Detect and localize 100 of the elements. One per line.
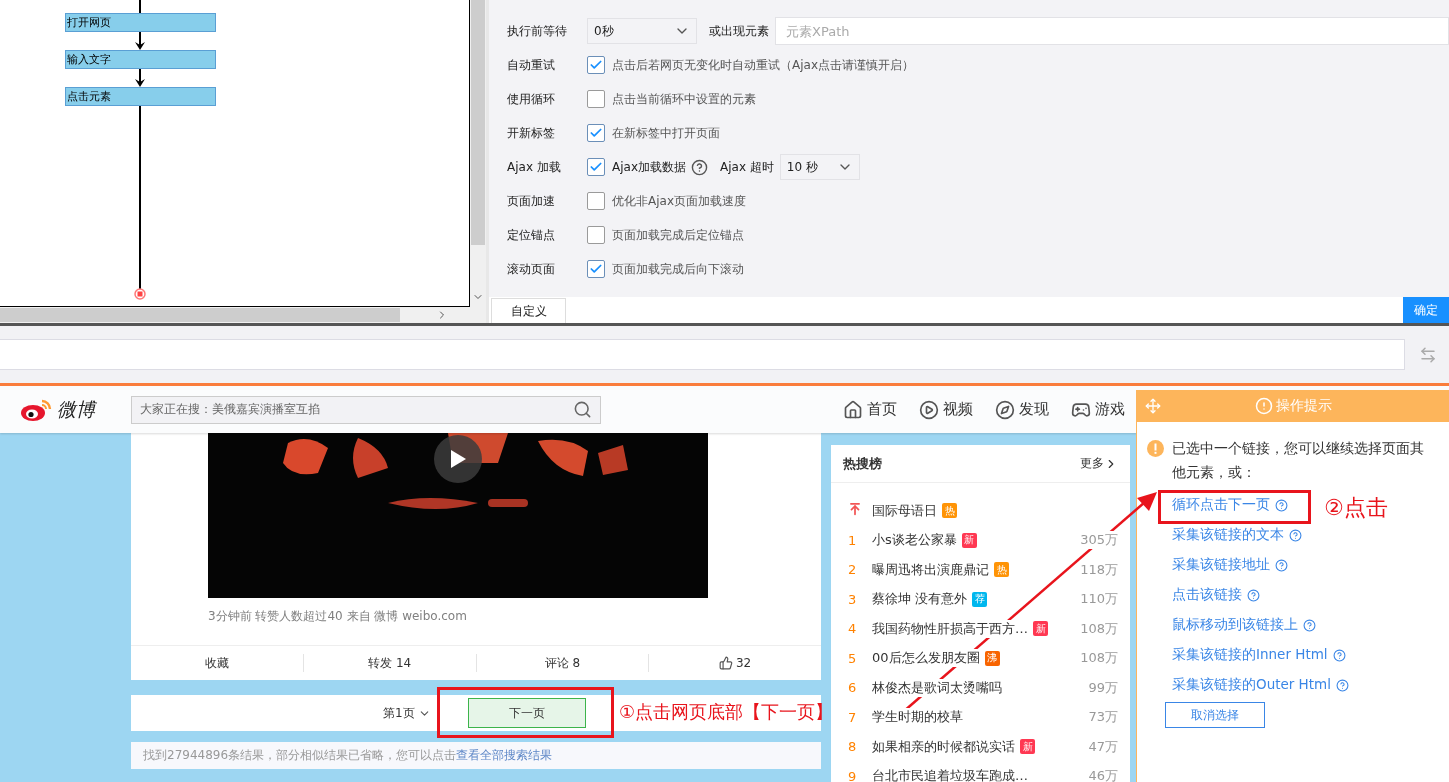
help-icon[interactable] [1335,678,1349,692]
nav-link[interactable]: 视频 [919,399,973,420]
action-link[interactable]: 采集该链接的Inner Html [1172,640,1346,670]
topic-tag: 新 [1020,739,1035,755]
help-icon[interactable] [1247,588,1260,602]
post-action[interactable]: 32 [648,654,821,672]
option-text: 点击当前循环中设置的元素 [612,90,756,108]
setting-label: 页面加速 [507,192,556,210]
search-field[interactable]: 大家正在搜：美俄嘉宾演播室互掐 [131,395,601,424]
checkbox[interactable] [587,56,605,74]
checkbox[interactable] [587,90,605,108]
page-select[interactable]: 第1页 [383,704,431,722]
nav-link[interactable]: 游戏 [1071,399,1125,420]
checkbox[interactable] [587,192,605,210]
rank-number: 2 [847,562,858,578]
all-results-link[interactable]: 查看全部搜索结果 [456,748,553,762]
post-action[interactable]: 收藏 [131,654,303,672]
hot-topic-link[interactable]: 曝周迅将出演鹿鼎记 [872,560,989,579]
action-link[interactable]: 采集该链接地址 [1172,550,1288,580]
option-text: 优化非Ajax页面加载速度 [612,192,746,210]
topic-tag: 新 [961,532,977,548]
topic-tag: 荐 [972,591,988,607]
check-icon [589,126,603,140]
hot-topic-link[interactable]: 国际母语日 [872,501,937,520]
cancel-selection-button[interactable]: 取消选择 [1165,702,1265,728]
play-icon [919,399,939,420]
action-link[interactable]: 循环点击下一页 [1172,490,1288,520]
nav-link[interactable]: 首页 [843,399,897,420]
help-icon[interactable] [1303,618,1316,632]
option-text: 页面加载完成后定位锚点 [612,226,744,244]
help-icon[interactable] [1275,558,1288,572]
hint-message: 已选中一个链接，您可以继续选择页面其他元素，或： [1172,439,1425,482]
address-field[interactable] [0,339,1405,370]
weibo-logo-icon [20,397,54,422]
play-icon [449,449,467,469]
connector-arrow [135,69,145,87]
option-text: Ajax加载数据 [612,158,686,176]
rank-number: 5 [847,650,858,666]
like-icon [719,656,733,670]
rank-number: 7 [847,709,858,725]
setting-label: 使用循环 [507,90,556,108]
site-logo[interactable]: 微博 [57,396,95,423]
setting-label: Ajax 加载 [507,158,562,176]
xpath-field[interactable]: 元素XPath [775,17,1449,45]
option-text: 点击后若网页无变化时自动重试（Ajax点击请谨慎开启） [612,56,914,74]
heat-count: 46万 [1088,767,1118,782]
rank-number: 4 [847,621,858,637]
action-link[interactable]: 采集该链接的Outer Html [1172,670,1349,700]
pin-top-icon [848,502,862,517]
wait-select[interactable]: 0秒 [587,18,697,44]
end-node-icon [134,288,146,300]
option-text: 页面加载完成后向下滚动 [612,260,744,278]
hot-topic-link[interactable]: 林俊杰是歌词太烫嘴吗 [872,678,1002,697]
checkbox[interactable] [587,260,605,278]
nav-link[interactable]: 发现 [995,399,1049,420]
heat-count: 305万 [1080,531,1118,550]
help-icon[interactable] [1275,498,1288,512]
checkbox[interactable] [587,226,605,244]
more-link[interactable]: 更多 [1080,455,1118,472]
hot-topic-link[interactable]: 我国药物性肝损高于西方… [872,619,1028,638]
checkbox[interactable] [587,158,605,176]
checkbox[interactable] [587,124,605,142]
help-icon[interactable] [1289,528,1302,542]
setting-label: 滚动页面 [507,260,556,278]
setting-label: 自动重试 [507,56,556,74]
connector-arrow [135,32,145,50]
flow-node[interactable]: 打开网页 [65,13,216,32]
rank-number: 6 [847,680,858,696]
search-icon[interactable] [573,400,592,419]
action-link[interactable]: 点击该链接 [1172,580,1260,610]
flow-node[interactable]: 输入文字 [65,50,216,69]
rank-number: 1 [847,532,858,548]
result-text: 找到27944896条结果，部分相似结果已省略，您可以点击查看全部搜索结果 [143,747,553,764]
help-icon[interactable] [691,158,708,176]
annotation-text: ①点击网页底部【下一页】 [619,700,834,724]
setting-label: 执行前等待 [507,22,568,40]
annotation-text: ②点击 [1324,494,1388,522]
hot-topic-link[interactable]: 00后怎么发朋友圈 [872,649,980,668]
timeout-select[interactable]: 10 秒 [779,154,860,180]
post-action[interactable]: 转发 14 [302,654,476,672]
hot-topic-link[interactable]: 如果相亲的时候都说实话 [872,737,1015,756]
setting-label: 定位锚点 [507,226,556,244]
action-link[interactable]: 鼠标移动到该链接上 [1172,610,1316,640]
help-icon[interactable] [1332,648,1346,662]
alert-icon [1254,397,1273,415]
topic-tag: 热 [942,503,957,519]
rank-number: 9 [847,768,858,782]
topic-tag: 新 [1033,621,1048,637]
hot-topic-link[interactable]: 台北市民追着垃圾车跑成… [872,767,1028,782]
setting-label: 开新标签 [507,124,556,142]
flow-node[interactable]: 点击元素 [65,87,216,106]
post-action[interactable]: 评论 8 [475,654,649,672]
custom-tab[interactable]: 自定义 [491,298,566,323]
card-title: 热搜榜 [843,454,882,473]
setting-label: Ajax 超时 [720,158,774,176]
swap-icon[interactable] [1419,345,1437,364]
home-icon [843,399,863,420]
next-page-button[interactable]: 下一页 [467,698,586,728]
move-icon[interactable] [1145,398,1161,414]
action-link[interactable]: 采集该链接的文本 [1172,520,1302,550]
